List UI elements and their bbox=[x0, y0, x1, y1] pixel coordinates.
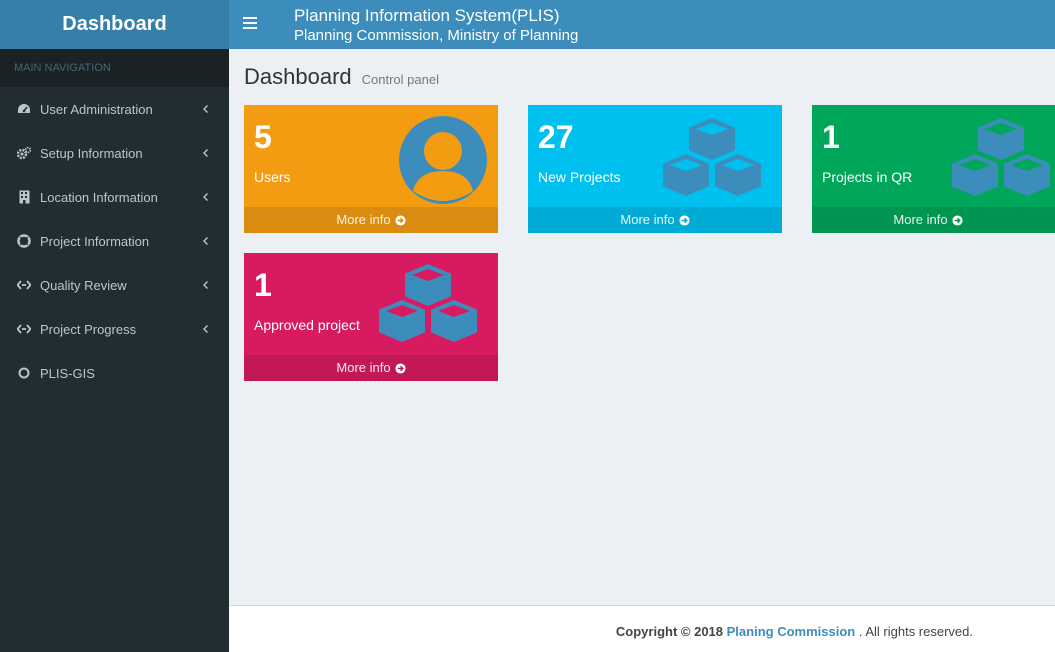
sidebar-item-label: User Administration bbox=[40, 101, 153, 117]
more-info-link[interactable]: More info bbox=[244, 355, 498, 381]
nav-header: MAIN NAVIGATION bbox=[0, 49, 229, 87]
sidebar: Dashboard MAIN NAVIGATION User Administr… bbox=[0, 0, 229, 652]
chevron-left-icon bbox=[203, 281, 208, 289]
cubes-icon bbox=[661, 115, 763, 199]
page-subtitle: Control panel bbox=[361, 72, 439, 87]
box-label: Users bbox=[254, 169, 291, 185]
life-ring-icon bbox=[17, 234, 31, 248]
cogs-icon bbox=[17, 146, 31, 160]
chevron-left-icon bbox=[203, 193, 208, 201]
footer-copyright: Copyright © 2018 Planing Commission . Al… bbox=[616, 624, 973, 639]
content-header: Dashboard Control panel bbox=[244, 64, 439, 90]
projects-in-qr-info-box: 1 Projects in QR More info bbox=[812, 105, 1055, 233]
more-info-label: More info bbox=[336, 360, 391, 375]
arrow-circle-right-icon bbox=[679, 214, 690, 226]
top-header: Planning Information System(PLIS) Planni… bbox=[229, 0, 1055, 49]
box-label: New Projects bbox=[538, 169, 621, 185]
box-number: 5 bbox=[254, 119, 272, 155]
chevron-left-icon bbox=[203, 237, 208, 245]
code-fork-icon bbox=[17, 322, 31, 336]
chevron-left-icon bbox=[203, 105, 208, 113]
sidebar-item-label: Project Information bbox=[40, 233, 150, 249]
chevron-left-icon bbox=[203, 149, 208, 157]
more-info-label: More info bbox=[893, 212, 948, 227]
more-info-label: More info bbox=[336, 212, 391, 227]
sidebar-item-setup-information[interactable]: Setup Information bbox=[0, 131, 229, 175]
code-fork-icon bbox=[17, 278, 31, 292]
more-info-link[interactable]: More info bbox=[244, 207, 498, 233]
cubes-icon bbox=[950, 115, 1052, 199]
box-number: 1 bbox=[254, 267, 272, 303]
user-circle-icon bbox=[399, 116, 487, 204]
more-info-label: More info bbox=[620, 212, 675, 227]
sidebar-item-plis-gis[interactable]: PLIS-GIS bbox=[0, 351, 229, 395]
copyright-text: Copyright © 2018 bbox=[615, 624, 724, 639]
sidebar-item-label: Location Information bbox=[40, 189, 158, 205]
footer: Copyright © 2018 Planing Commission . Al… bbox=[229, 605, 1055, 652]
system-subtitle: Planning Commission, Ministry of Plannin… bbox=[294, 27, 579, 44]
box-number: 27 bbox=[538, 119, 574, 155]
system-title: Planning Information System(PLIS) bbox=[294, 6, 560, 25]
box-label: Projects in QR bbox=[822, 169, 913, 185]
chevron-left-icon bbox=[203, 325, 208, 333]
new-projects-info-box: 27 New Projects More info bbox=[528, 105, 782, 233]
rights-text: . All rights reserved. bbox=[858, 624, 973, 639]
arrow-circle-right-icon bbox=[395, 362, 406, 374]
sidebar-item-project-information[interactable]: Project Information bbox=[0, 219, 229, 263]
box-label: Approved project bbox=[254, 317, 360, 333]
arrow-circle-right-icon bbox=[395, 214, 406, 226]
sidebar-item-label: Setup Information bbox=[40, 145, 143, 161]
arrow-circle-right-icon bbox=[952, 214, 963, 226]
box-number: 1 bbox=[822, 119, 840, 155]
users-info-box: 5 Users More info bbox=[244, 105, 498, 233]
cubes-icon bbox=[377, 261, 479, 345]
sidebar-item-label: Quality Review bbox=[40, 277, 127, 293]
more-info-link[interactable]: More info bbox=[528, 207, 782, 233]
building-icon bbox=[17, 190, 31, 204]
sidebar-item-label: PLIS-GIS bbox=[40, 365, 95, 381]
sidebar-item-user-administration[interactable]: User Administration bbox=[0, 87, 229, 131]
dashboard-gauge-icon bbox=[17, 102, 31, 116]
logo[interactable]: Dashboard bbox=[0, 0, 229, 49]
planning-commission-link[interactable]: Planing Commission bbox=[727, 624, 856, 639]
sidebar-item-quality-review[interactable]: Quality Review bbox=[0, 263, 229, 307]
more-info-link[interactable]: More info bbox=[812, 207, 1055, 233]
sidebar-item-project-progress[interactable]: Project Progress bbox=[0, 307, 229, 351]
circle-outline-icon bbox=[17, 366, 31, 380]
page-title: Dashboard bbox=[244, 64, 352, 89]
sidebar-toggle-hamburger-icon[interactable] bbox=[243, 17, 257, 31]
sidebar-item-location-information[interactable]: Location Information bbox=[0, 175, 229, 219]
sidebar-item-label: Project Progress bbox=[40, 321, 137, 337]
approved-project-info-box: 1 Approved project More info bbox=[244, 253, 498, 381]
